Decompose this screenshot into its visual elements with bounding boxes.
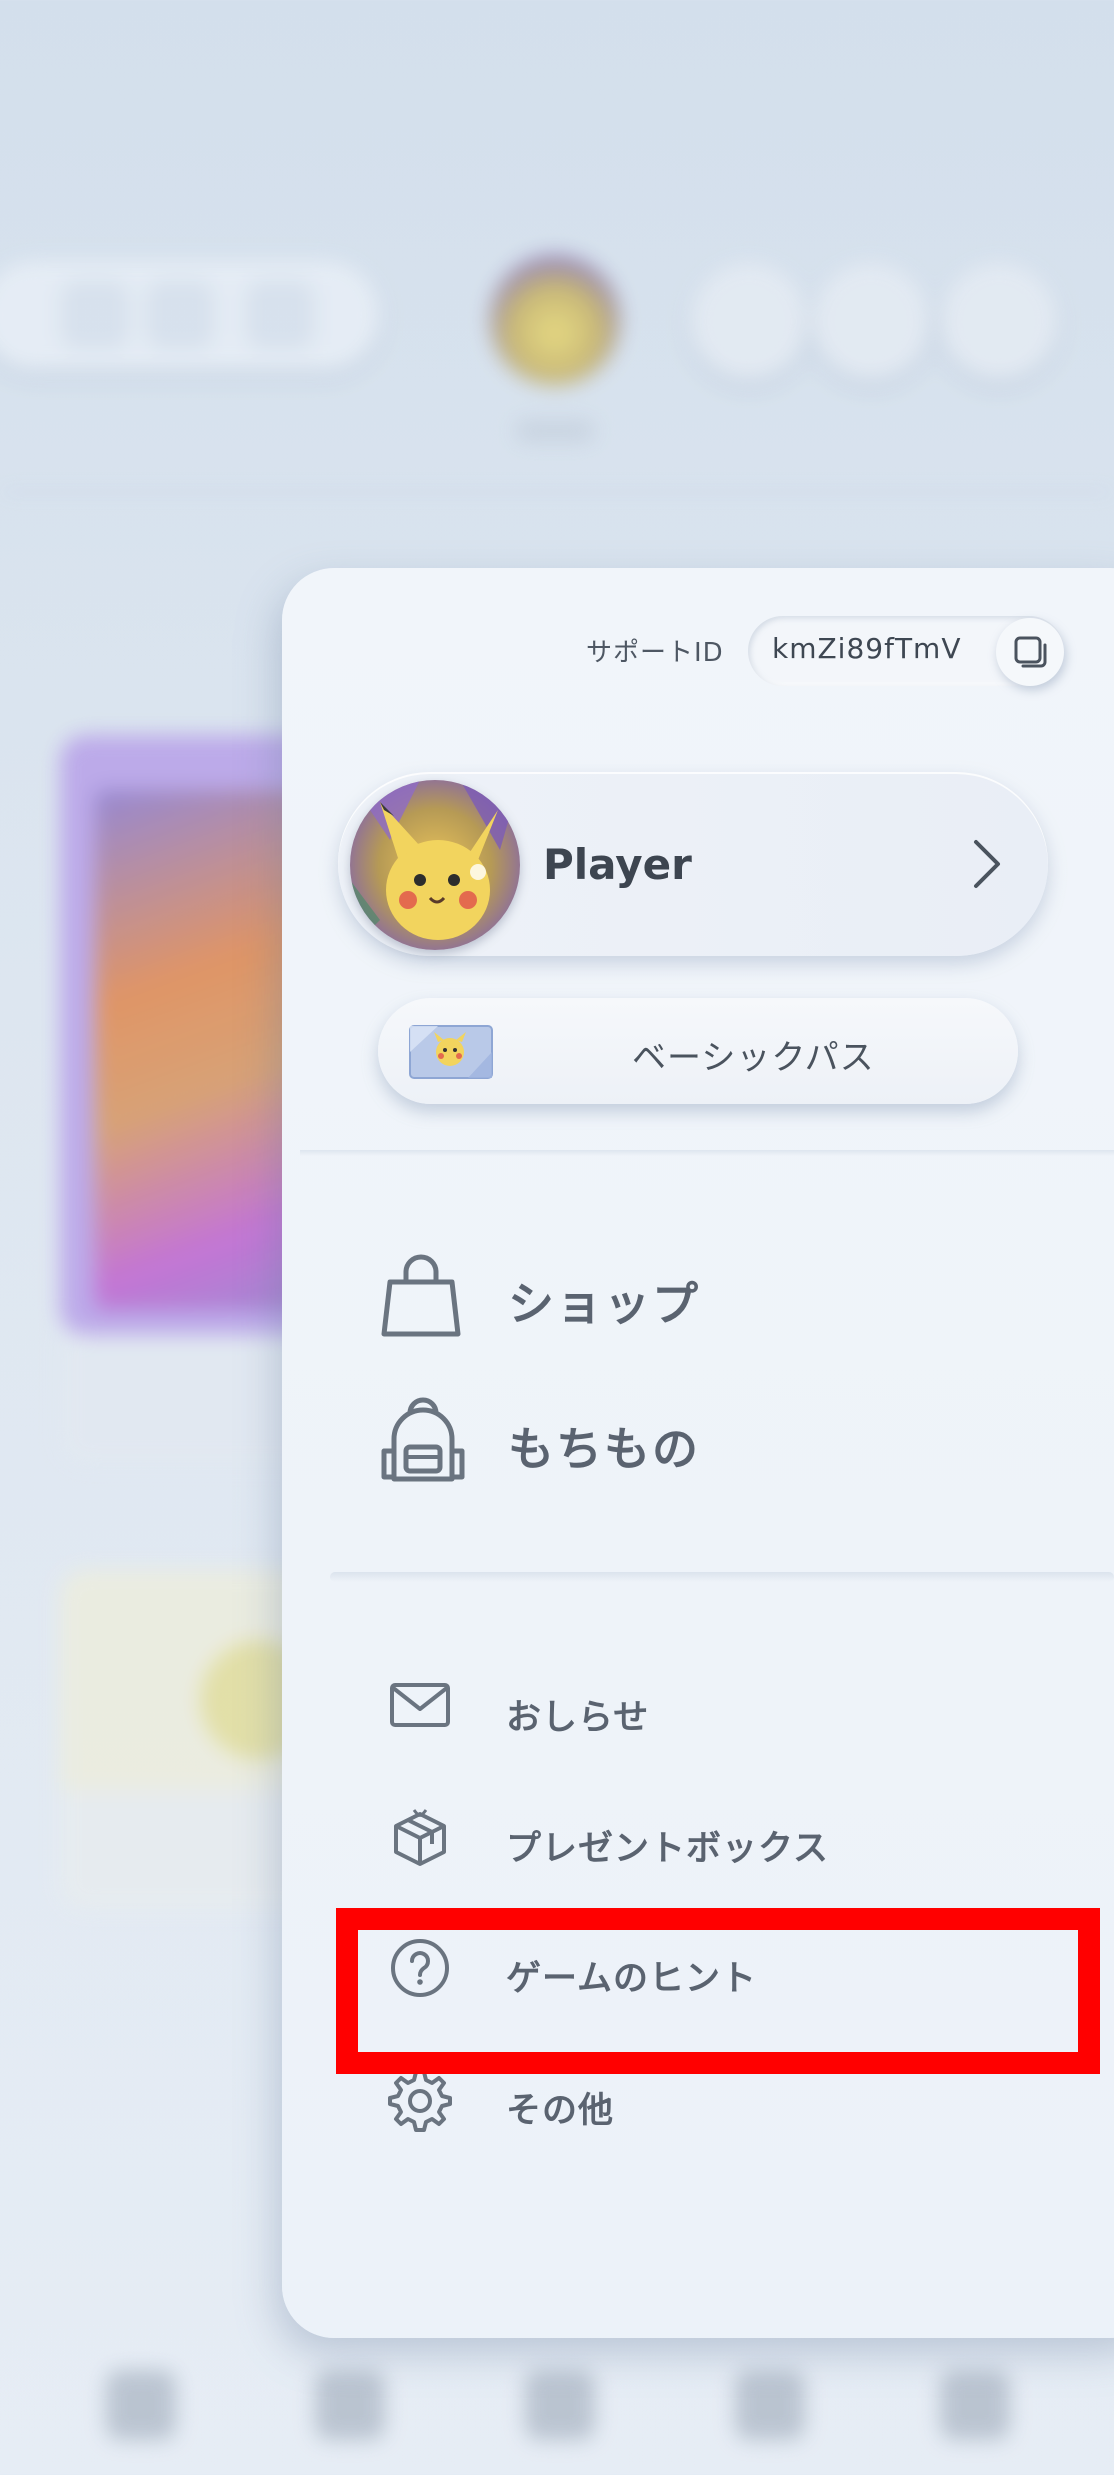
menu-item-shop[interactable]: ショップ (380, 1250, 1030, 1340)
background-home-icon (106, 2370, 176, 2440)
backpack-icon (381, 1397, 465, 1482)
gear-icon (388, 2070, 452, 2132)
menu-item-label: ショップ (508, 1277, 700, 1331)
background-nav-icon (735, 2370, 805, 2440)
background-button (60, 280, 130, 350)
menu-item-items[interactable]: もちもの (380, 1395, 1030, 1485)
basic-pass-label: ベーシックパス (632, 1038, 875, 1078)
menu-item-news[interactable]: おしらせ (388, 1675, 1038, 1745)
section-divider (300, 1150, 1114, 1156)
mail-icon (390, 1683, 450, 1727)
background-avatar (490, 255, 620, 385)
background-icon-button (812, 262, 930, 380)
menu-item-label: もちもの (508, 1422, 700, 1476)
background-nav-icon (315, 2370, 385, 2440)
background-icon-button (940, 262, 1058, 380)
copy-button[interactable] (996, 618, 1064, 686)
background-divider (0, 490, 1114, 494)
background-icon-button (690, 262, 808, 380)
background-nav-icon (525, 2370, 595, 2440)
shopping-bag-icon (381, 1254, 461, 1337)
menu-item-other[interactable]: その他 (388, 2068, 1038, 2138)
background-button (245, 280, 315, 350)
chevron-right-icon (974, 840, 1000, 888)
background-button (145, 280, 215, 350)
highlight-box (336, 1908, 1100, 2074)
background-nav-icon (940, 2370, 1010, 2440)
menu-item-present-box[interactable]: プレゼントボックス (388, 1806, 1038, 1876)
menu-item-label: その他 (506, 2091, 615, 2131)
copy-icon (1014, 636, 1047, 668)
avatar (350, 780, 520, 950)
menu-item-label: プレゼントボックス (506, 1829, 829, 1869)
background-level (515, 420, 595, 442)
support-id-label: サポートID (586, 638, 724, 668)
gift-icon (394, 1809, 446, 1866)
support-id-value: kmZi89fTmV (772, 632, 962, 665)
section-divider (330, 1572, 1114, 1582)
pass-ticket-icon (409, 1025, 493, 1079)
player-name: Player (543, 840, 692, 889)
menu-item-label: おしらせ (506, 1698, 650, 1738)
